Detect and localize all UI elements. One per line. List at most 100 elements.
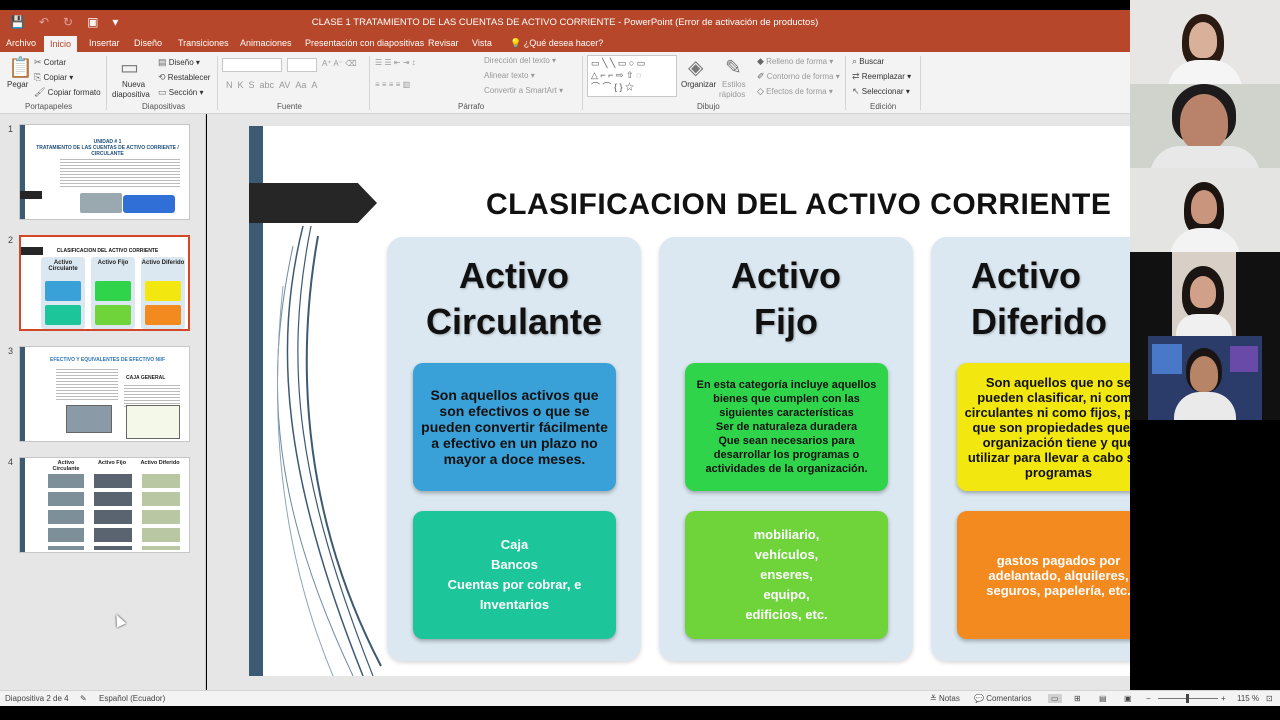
smartart-button[interactable]: Convertir a SmartArt ▾ bbox=[484, 86, 563, 95]
examples-box[interactable]: Caja Bancos Cuentas por cobrar, e Invent… bbox=[413, 511, 616, 639]
quick-styles-icon[interactable]: ✎ bbox=[725, 55, 742, 80]
slide-thumbnail-4[interactable]: Activo Circulante Activo Fijo Activo Dif… bbox=[19, 457, 190, 553]
tab-inicio[interactable]: Inicio bbox=[44, 36, 78, 52]
cut-button[interactable]: ✂ Cortar bbox=[34, 57, 66, 68]
notes-button[interactable]: ≚ Notas bbox=[930, 694, 960, 703]
comments-button[interactable]: 💬 Comentarios bbox=[974, 694, 1032, 703]
shapes-gallery[interactable]: ▭ ╲ ╲ ▭ ○ ▭ △ ⌐ ⌐ ⇨ ⇧ ◌ ⌒ ⌒ { } ☆ bbox=[587, 55, 677, 97]
background-screen bbox=[1230, 346, 1258, 372]
participant-video-5[interactable] bbox=[1130, 336, 1280, 420]
quick-styles-button[interactable]: Estilos bbox=[722, 80, 746, 89]
spellcheck-icon[interactable]: ✎ bbox=[80, 694, 87, 703]
definition-box[interactable]: Son aquellos activos que son efectivos o… bbox=[413, 363, 616, 491]
align-text-button[interactable]: Alinear texto ▾ bbox=[484, 71, 535, 80]
format-painter-button[interactable]: 🖌 Copiar formato bbox=[34, 87, 101, 98]
tab-diseno[interactable]: Diseño bbox=[134, 38, 162, 48]
ribbon-tabs: Archivo Inicio Insertar Diseño Transicio… bbox=[0, 36, 1130, 52]
participant-video-3[interactable] bbox=[1130, 168, 1280, 252]
tab-transiciones[interactable]: Transiciones bbox=[178, 38, 229, 48]
scissors-icon: ✂ bbox=[34, 57, 42, 67]
quick-styles-button-2[interactable]: rápidos bbox=[719, 90, 745, 99]
slide-counter: Diapositiva 2 de 4 bbox=[5, 694, 69, 703]
align-buttons[interactable]: ≡ ≡ ≡ ≡ ▥ bbox=[375, 80, 410, 89]
font-format-buttons[interactable]: N K S abc AV Aa A bbox=[226, 80, 317, 90]
slide-thumbnail-1[interactable]: UNIDAD # 1 TRATAMIENTO DE LAS CUENTAS DE… bbox=[19, 124, 190, 220]
tab-archivo[interactable]: Archivo bbox=[6, 38, 36, 48]
text-direction-label: Dirección del texto bbox=[484, 56, 550, 65]
zoom-slider-thumb[interactable] bbox=[1186, 694, 1189, 703]
tell-me-search[interactable]: 💡 ¿Qué desea hacer? bbox=[510, 38, 603, 49]
thumb-box bbox=[95, 281, 131, 301]
find-button[interactable]: ⌕ Buscar bbox=[852, 56, 884, 67]
group-dibujo: Dibujo bbox=[697, 102, 720, 111]
new-slide-icon[interactable]: ▭ bbox=[120, 55, 139, 80]
slide-thumbnail-3[interactable]: EFECTIVO Y EQUIVALENTES DE EFECTIVO NIIF… bbox=[19, 346, 190, 442]
layout-button[interactable]: ▤ Diseño ▾ bbox=[158, 57, 200, 68]
separator bbox=[217, 56, 218, 110]
new-slide-button-2[interactable]: diapositiva bbox=[112, 90, 150, 99]
layout-icon: ▤ bbox=[158, 57, 167, 67]
shape-fill-button[interactable]: ◆ Relleno de forma ▾ bbox=[757, 56, 833, 67]
arrange-button[interactable]: Organizar bbox=[681, 80, 716, 89]
examples-box[interactable]: mobiliario, vehículos, enseres, equipo, … bbox=[685, 511, 888, 639]
list-buttons[interactable]: ☰ ☰ ⇤ ⇥ ↕ bbox=[375, 58, 416, 67]
thumb-arrow bbox=[20, 191, 42, 199]
font-size-combobox[interactable] bbox=[287, 58, 317, 72]
shape-effects-button[interactable]: ◇ Efectos de forma ▾ bbox=[757, 86, 833, 97]
replace-button[interactable]: ⇄ Reemplazar ▾ bbox=[852, 71, 911, 82]
thumb-image bbox=[126, 405, 180, 439]
paste-icon[interactable]: 📋 bbox=[8, 55, 33, 80]
font-name-combobox[interactable] bbox=[222, 58, 282, 72]
align-text-label: Alinear texto bbox=[484, 71, 529, 80]
language-indicator[interactable]: Español (Ecuador) bbox=[99, 694, 165, 703]
thumb-box bbox=[45, 281, 81, 301]
group-diapositivas: Diapositivas bbox=[142, 102, 186, 111]
tab-animaciones[interactable]: Animaciones bbox=[240, 38, 292, 48]
video-panel-empty bbox=[1130, 420, 1280, 690]
tab-vista[interactable]: Vista bbox=[472, 38, 492, 48]
section-button[interactable]: ▭ Sección ▾ bbox=[158, 87, 203, 98]
background-screen bbox=[1152, 344, 1182, 374]
tab-presentacion[interactable]: Presentación con diapositivas bbox=[305, 38, 424, 48]
shape-outline-button[interactable]: ✐ Contorno de forma ▾ bbox=[757, 71, 840, 82]
arrange-icon[interactable]: ◈ bbox=[688, 55, 703, 80]
group-parrafo: Párrafo bbox=[458, 102, 485, 111]
select-button[interactable]: ↖ Seleccionar ▾ bbox=[852, 86, 910, 97]
participant-video-2[interactable] bbox=[1130, 84, 1280, 168]
zoom-level[interactable]: 115 % bbox=[1237, 694, 1259, 703]
decorative-swirl-lines bbox=[276, 226, 382, 676]
text-direction-button[interactable]: Dirección del texto ▾ bbox=[484, 56, 556, 65]
copy-label: Copiar bbox=[43, 73, 68, 82]
participant-video-4[interactable] bbox=[1130, 252, 1280, 336]
paint-bucket-icon: ◆ bbox=[757, 56, 764, 66]
thumbnail-number: 4 bbox=[8, 457, 14, 467]
zoom-out-icon[interactable]: − bbox=[1146, 694, 1151, 703]
font-size-buttons[interactable]: A⁺ A⁻ ⌫ bbox=[322, 59, 356, 68]
participant-face bbox=[1190, 276, 1216, 308]
reading-view-icon[interactable]: ▤ bbox=[1099, 694, 1107, 703]
participant-video-1[interactable] bbox=[1130, 0, 1280, 84]
paste-button[interactable]: Pegar bbox=[7, 80, 28, 89]
tab-revisar[interactable]: Revisar bbox=[428, 38, 459, 48]
thumb-image bbox=[80, 193, 122, 213]
current-slide[interactable]: CLASIFICACION DEL ACTIVO CORRIENTE Activ… bbox=[249, 126, 1201, 676]
column-heading[interactable]: Activo Fijo bbox=[659, 253, 913, 345]
fit-slide-icon[interactable]: ⊡ bbox=[1266, 694, 1273, 703]
reset-button[interactable]: ⟲ Restablecer bbox=[158, 72, 210, 83]
normal-view-icon[interactable]: ▭ bbox=[1048, 694, 1062, 703]
zoom-in-icon[interactable]: + bbox=[1221, 694, 1226, 703]
tab-insertar[interactable]: Insertar bbox=[89, 38, 120, 48]
sorter-view-icon[interactable]: ⊞ bbox=[1074, 694, 1081, 703]
top-strip bbox=[0, 0, 1130, 10]
column-heading[interactable]: Activo Circulante bbox=[387, 253, 641, 345]
slide-title[interactable]: CLASIFICACION DEL ACTIVO CORRIENTE bbox=[486, 188, 1111, 222]
copy-button[interactable]: ⎘ Copiar ▾ bbox=[34, 72, 73, 83]
slideshow-view-icon[interactable]: ▣ bbox=[1124, 694, 1132, 703]
thumb-col-label: Activo Fijo bbox=[97, 260, 129, 266]
definition-box[interactable]: En esta categoría incluye aquellos biene… bbox=[685, 363, 888, 491]
thumb-box bbox=[95, 305, 131, 325]
slide-thumbnail-2[interactable]: CLASIFICACION DEL ACTIVO CORRIENTE Activ… bbox=[19, 235, 190, 331]
brush-icon: 🖌 bbox=[34, 87, 46, 97]
new-slide-button[interactable]: Nueva bbox=[122, 80, 145, 89]
thumb-col-label: Activo Circulante bbox=[52, 460, 80, 472]
